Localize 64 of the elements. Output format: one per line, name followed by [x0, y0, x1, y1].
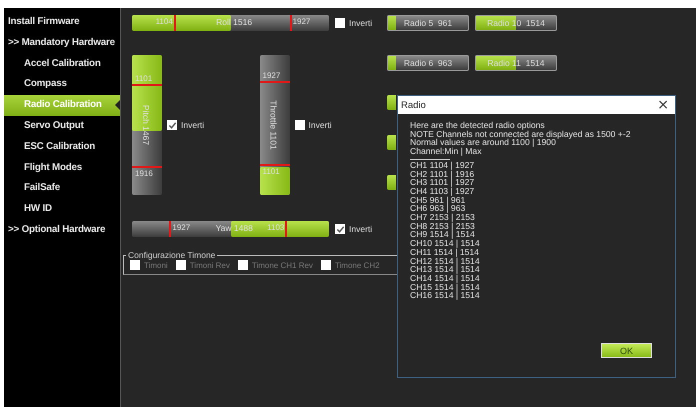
- limit-marker: [260, 81, 290, 84]
- group-title: Configurazione Timone: [127, 251, 216, 260]
- channel-range: CH16 1514 | 1514: [410, 291, 481, 300]
- channel-range: CH1 1104 | 1927: [410, 160, 476, 170]
- channel-label: Roll 1516: [216, 17, 252, 27]
- info-text: NOTE Channels not connected are displayed as 1500 +-2: [410, 130, 632, 138]
- limit-marker: [174, 15, 176, 31]
- limit-value: 1101: [262, 166, 280, 176]
- limit-value: 1927: [172, 223, 190, 232]
- channel-range: CH4 1103 | 1927: [410, 186, 476, 196]
- sidebar-item[interactable]: Install Firmware: [4, 12, 120, 33]
- sidebar-item[interactable]: >> Optional Hardware: [4, 220, 120, 241]
- info-text: Channel:Min | Max: [410, 147, 482, 156]
- channel-label: Throttle 1101: [268, 100, 278, 150]
- sidebar-item[interactable]: Compass: [4, 74, 120, 96]
- radio-bar-edge: [387, 135, 396, 150]
- sidebar-item[interactable]: HW ID: [4, 199, 120, 220]
- limit-marker: [285, 221, 288, 237]
- limit-value: 1101: [135, 74, 152, 84]
- ok-button[interactable]: OK: [601, 343, 652, 358]
- dialog-title: Radio: [401, 100, 426, 110]
- channel-range: CH9 1514 | 1514: [410, 230, 476, 240]
- limit-marker: [169, 221, 172, 237]
- channel-range: CH12 1514 | 1514: [410, 256, 481, 266]
- invert-checkbox[interactable]: Inverti: [335, 224, 372, 234]
- limit-value: 1927: [262, 71, 280, 80]
- sidebar-item[interactable]: Accel Calibration: [4, 54, 120, 74]
- limit-marker: [260, 164, 290, 166]
- invert-checkbox[interactable]: Inverti: [294, 120, 332, 130]
- channel-range: CH8 2153 | 2153: [410, 222, 476, 230]
- channel-range: CH14 1514 | 1514: [410, 274, 481, 283]
- limit-value: 1916: [135, 168, 153, 178]
- radio-bar-edge: [387, 175, 396, 190]
- invert-checkbox[interactable]: Inverti: [167, 120, 204, 130]
- radio-bar: Radio 6 963: [387, 55, 469, 71]
- limit-value: 1927: [292, 17, 310, 26]
- radio-bar-edge: [387, 95, 396, 110]
- invert-checkbox[interactable]: Inverti: [335, 18, 372, 28]
- sidebar-item[interactable]: Flight Modes: [4, 158, 120, 178]
- check-icon: [168, 120, 176, 130]
- limit-marker: [290, 15, 292, 31]
- channel-range: CH6 963 | 963: [410, 204, 466, 214]
- limit-value: 1103: [267, 223, 284, 232]
- limit-marker: [132, 84, 162, 86]
- channel-label: Pitch 1467: [141, 104, 151, 146]
- channel-range: CH15 1514 | 1514: [410, 282, 481, 292]
- check-icon: [336, 224, 344, 234]
- close-button[interactable]: ×: [651, 97, 675, 113]
- limit-value: 1104: [156, 17, 173, 26]
- info-text: Normal values are around 1100 | 1900: [410, 138, 556, 148]
- channel-range: CH5 961 | 961: [410, 196, 466, 204]
- channel-range: CH11 1514 | 1514: [410, 248, 480, 257]
- sidebar-item[interactable]: >> Mandatory Hardware: [4, 32, 120, 54]
- sidebar-item[interactable]: FailSafe: [4, 178, 120, 200]
- channel-range: CH7 2153 | 2153: [410, 213, 476, 222]
- sidebar-item[interactable]: ESC Calibration: [4, 136, 120, 158]
- channel-range: CH10 1514 | 1514: [410, 239, 481, 248]
- limit-marker: [132, 166, 162, 168]
- channel-range: CH13 1514 | 1514: [410, 265, 481, 274]
- channel-range: CH2 1101 | 1916: [410, 170, 476, 178]
- channel-range: CH3 1101 | 1927: [410, 178, 476, 187]
- sidebar-item[interactable]: Servo Output: [4, 116, 120, 137]
- info-text: Here are the detected radio options: [410, 121, 546, 130]
- radio-bar: Radio 5 961: [387, 15, 469, 31]
